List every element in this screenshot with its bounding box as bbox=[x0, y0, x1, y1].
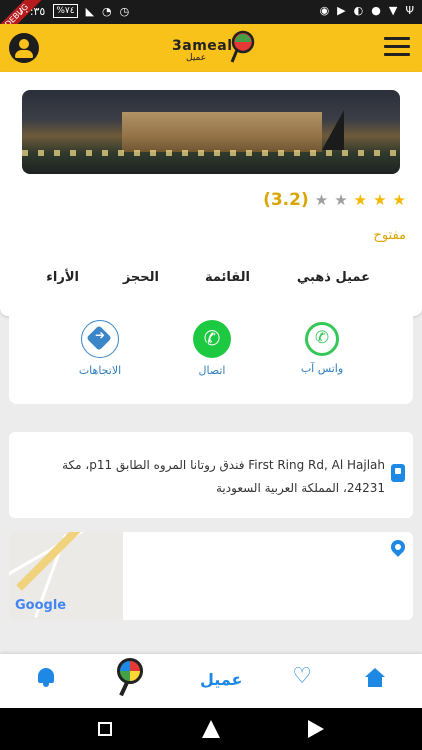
lollipop-logo-icon bbox=[230, 30, 255, 63]
notifications-icon[interactable] bbox=[36, 668, 56, 688]
call-label: اتصال bbox=[198, 364, 226, 377]
brand-nav-item[interactable]: عميل bbox=[200, 670, 242, 689]
usb-icon: Ψ bbox=[405, 4, 414, 17]
logo-text: 3ameal bbox=[172, 38, 233, 54]
tab-reviews[interactable]: الأراء bbox=[46, 270, 79, 285]
favorites-icon[interactable]: ♡ bbox=[292, 666, 312, 688]
whatsapp-button[interactable]: واتس آب bbox=[277, 320, 367, 375]
download-icon: ▼ bbox=[388, 4, 398, 17]
system-nav-bar bbox=[0, 708, 422, 750]
alarm-icon: ◷ bbox=[119, 4, 130, 18]
star-icon: ★ bbox=[334, 191, 348, 209]
app-bar: 3ameal عميل bbox=[0, 24, 422, 72]
menu-icon[interactable] bbox=[384, 37, 410, 57]
rating-score: (3.2) bbox=[263, 190, 309, 210]
status-time: ١٠:٣٥ bbox=[18, 4, 46, 18]
bulb-icon: ◐ bbox=[353, 4, 364, 17]
notification-icon: ● bbox=[371, 4, 381, 17]
directions-icon bbox=[81, 320, 119, 358]
back-icon[interactable] bbox=[308, 720, 324, 738]
home-triangle-icon[interactable] bbox=[202, 720, 220, 738]
map-thumbnail[interactable]: Google bbox=[9, 532, 123, 620]
whatsapp-label: واتس آب bbox=[300, 362, 344, 375]
directions-label: الاتجاهات bbox=[78, 364, 122, 377]
battery-indicator: %٧٤ bbox=[53, 4, 78, 18]
android-icon: ◉ bbox=[319, 4, 330, 17]
tab-menu[interactable]: القائمة bbox=[205, 270, 250, 285]
venue-card: (3.2) ★ ★ ★ ★ ★ مفتوح عميل ذهبي القائمة … bbox=[0, 72, 422, 316]
logo-subtext: عميل bbox=[186, 53, 207, 63]
map-pin-icon[interactable] bbox=[388, 537, 408, 557]
rating: (3.2) ★ ★ ★ ★ ★ bbox=[263, 190, 406, 210]
venue-tabs: عميل ذهبي القائمة الحجز الأراء bbox=[0, 270, 422, 294]
map-card[interactable]: Google bbox=[9, 532, 413, 620]
directions-button[interactable]: الاتجاهات bbox=[55, 320, 145, 377]
open-status: مفتوح bbox=[373, 228, 406, 243]
google-attribution: Google bbox=[15, 598, 67, 613]
tab-golden-customer[interactable]: عميل ذهبي bbox=[297, 270, 370, 285]
profile-avatar-icon[interactable] bbox=[9, 33, 39, 63]
bottom-nav: ♡ عميل bbox=[0, 654, 422, 708]
home-icon[interactable] bbox=[364, 668, 386, 688]
signal-icon: ◣ bbox=[85, 4, 95, 18]
whatsapp-icon bbox=[305, 322, 339, 356]
tab-booking[interactable]: الحجز bbox=[123, 270, 159, 285]
youtube-icon: ▶ bbox=[337, 4, 346, 17]
star-icon: ★ bbox=[373, 191, 387, 209]
star-icon: ★ bbox=[392, 191, 406, 209]
address-text: First Ring Rd, Al Hajlah فندق روتانا الم… bbox=[62, 458, 385, 495]
venue-photo bbox=[22, 90, 400, 174]
phone-icon bbox=[193, 320, 231, 358]
star-icon: ★ bbox=[314, 191, 329, 209]
star-icon: ★ bbox=[353, 191, 368, 209]
wifi-icon: ◔ bbox=[102, 4, 112, 18]
contact-actions: واتس آب اتصال الاتجاهات bbox=[9, 316, 413, 404]
recents-icon[interactable] bbox=[98, 722, 112, 736]
status-bar: DEBUG ١٠:٣٥ %٧٤ ◣ ◔ ◷ ◉ ▶ ◐ ● ▼ Ψ bbox=[0, 0, 422, 45]
call-button[interactable]: اتصال bbox=[167, 320, 257, 377]
address-card: First Ring Rd, Al Hajlah فندق روتانا الم… bbox=[9, 432, 413, 518]
app-logo: 3ameal عميل bbox=[168, 28, 258, 68]
lollipop-icon[interactable] bbox=[114, 652, 148, 700]
address-icon bbox=[391, 464, 405, 482]
